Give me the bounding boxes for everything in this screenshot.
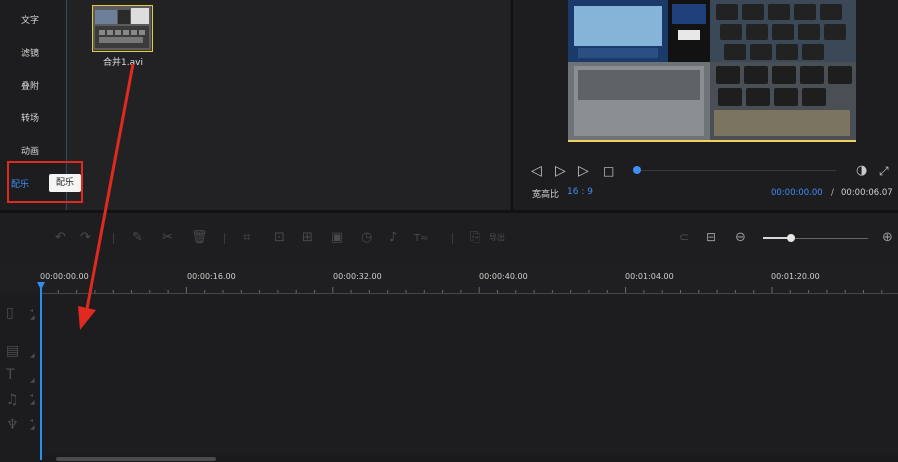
record-voice-icon[interactable]: ♪ [389,230,397,245]
track-mute-icon[interactable]: ◂ ◢ [30,392,35,406]
zoom-slider-handle[interactable] [787,234,795,242]
track-lock-icon[interactable]: ◢ [30,352,35,359]
pip-track[interactable] [40,340,898,365]
fit-timeline-icon[interactable]: ⊟ [706,230,716,244]
play-icon[interactable]: ▷ [555,162,566,180]
export-label[interactable]: 导出 [489,232,505,243]
redo-icon[interactable]: ↷ [80,230,91,245]
mosaic-icon[interactable]: ⊡ [274,230,285,245]
track-lock-icon[interactable]: ◢ [30,377,35,384]
timeline-scrollbar-thumb[interactable] [56,457,216,461]
zoom-crop-icon[interactable]: ▣ [331,230,343,245]
ruler-label: 00:00:32.00 [333,272,382,281]
delete-icon[interactable]: 🗑 [191,230,208,245]
thumbnail-image [93,6,151,50]
zoom-out-icon[interactable]: ⊖ [735,230,746,245]
text-to-speech-icon[interactable]: T≈ [414,233,429,244]
toolbar-divider [452,233,453,244]
track-mute-icon[interactable]: ◂ ◢ [30,417,35,431]
volume-icon[interactable]: ◑ [856,162,867,180]
undo-icon[interactable]: ↶ [55,230,66,245]
video-frame-image [568,0,856,142]
voice-track-icon: ♆ [6,417,19,433]
sidebar-item-text[interactable]: 文字 [5,13,55,26]
previous-frame-icon[interactable]: ◁ [531,162,542,180]
video-track-icon: ▯ [6,305,14,321]
music-track-icon: ♫ [6,392,19,408]
track-mute-icon[interactable]: ◂ ◢ [30,307,35,321]
sidebar-item-overlays[interactable]: 叠附 [5,79,55,92]
ruler-label: 00:00:40.00 [479,272,528,281]
empty-track-area[interactable] [40,439,898,455]
next-frame-icon[interactable]: ▷ [578,162,589,180]
ruler-label: 00:00:00.00 [40,272,89,281]
edit-icon[interactable]: ✎ [132,230,143,245]
text-track[interactable] [40,364,898,390]
cut-icon[interactable]: ✂ [162,230,173,245]
media-file-name[interactable]: 合并1.avi [92,55,154,68]
toolbar-divider [113,233,114,244]
total-time: 00:00:06.07 [841,188,893,198]
video-preview [568,0,856,142]
stop-icon[interactable]: □ [603,162,614,180]
ruler-label: 00:01:04.00 [625,272,674,281]
ruler-baseline [40,293,898,294]
toolbar-divider [224,233,225,244]
aspect-ratio-label: 宽高比 [532,190,560,200]
text-track-icon: T [6,367,15,383]
ruler-label: 00:00:16.00 [187,272,236,281]
time-separator: / [831,188,834,198]
freeze-frame-icon[interactable]: ⊞ [302,230,313,245]
preview-progress-handle[interactable] [633,166,641,174]
playhead[interactable] [40,284,42,460]
sidebar-item-transitions[interactable]: 转场 [5,111,55,124]
zoom-in-icon[interactable]: ⊕ [882,230,893,245]
pip-track-icon: ▤ [6,343,20,359]
current-time: 00:00:00.00 [771,188,823,198]
ruler-label: 00:01:20.00 [771,272,820,281]
video-track[interactable] [40,295,898,341]
crop-icon[interactable]: ⌗ [243,230,250,245]
fullscreen-icon[interactable]: ⤢ [879,162,889,180]
sidebar-item-animation[interactable]: 动画 [5,144,55,157]
media-thumbnail[interactable] [92,5,153,52]
preview-progress-track[interactable] [636,170,836,171]
aspect-ratio-value[interactable]: 16 : 9 [567,187,593,197]
music-track[interactable] [40,389,898,415]
snap-icon[interactable]: ⊂ [679,230,689,244]
sidebar-item-filters[interactable]: 滤镜 [5,46,55,59]
sidebar-tooltip: 配乐 [49,174,81,192]
speed-icon[interactable]: ◷ [361,230,372,245]
voice-track[interactable] [40,414,898,440]
export-icon[interactable]: ⎘ [470,230,480,245]
